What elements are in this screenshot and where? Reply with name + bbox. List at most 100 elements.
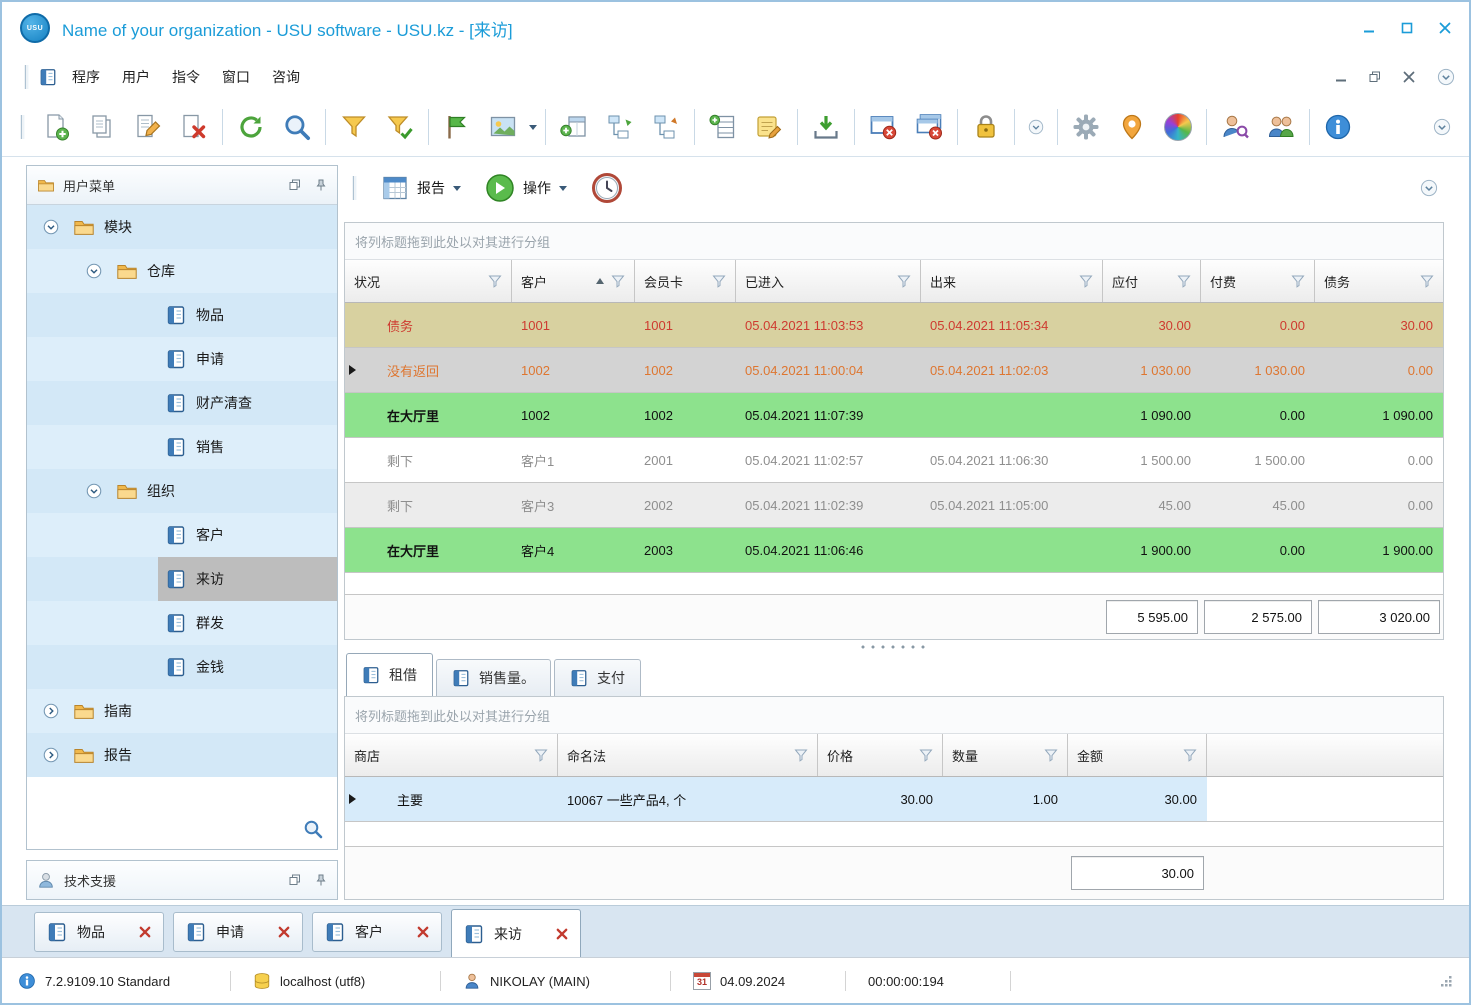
filter-funnel-icon[interactable] <box>712 274 726 288</box>
tree-node-requests[interactable]: 申请 <box>27 337 337 381</box>
filter-funnel-icon[interactable] <box>1420 274 1434 288</box>
new-record-button[interactable] <box>33 104 79 150</box>
tree-node-reports[interactable]: 报告 <box>27 733 337 777</box>
menu-item-window[interactable]: 窗口 <box>211 61 261 93</box>
tree-node-modules[interactable]: 模块 <box>27 205 337 249</box>
expand-tree-button[interactable] <box>597 104 643 150</box>
visit-row[interactable]: 债务 1001 1001 05.04.2021 11:03:53 05.04.2… <box>345 303 1443 348</box>
tree-node-inventory[interactable]: 财产清查 <box>27 381 337 425</box>
action-dropdown-button[interactable]: 操作 <box>477 169 575 207</box>
column-header-status[interactable]: 状况 <box>345 260 512 302</box>
group-by-panel[interactable]: 将列标题拖到此处以对其进行分组 <box>345 223 1443 260</box>
expander-open-icon[interactable] <box>86 263 102 279</box>
tree-node-guide[interactable]: 指南 <box>27 689 337 733</box>
add-row-button[interactable] <box>700 104 746 150</box>
support-panel[interactable]: 技术支援 <box>26 860 338 900</box>
lock-button[interactable] <box>963 104 1009 150</box>
menu-item-program[interactable]: 程序 <box>61 61 111 93</box>
refresh-button[interactable] <box>228 104 274 150</box>
minimize-icon[interactable] <box>1363 22 1375 34</box>
menubar-overflow-icon[interactable] <box>1437 68 1455 86</box>
filter-funnel-icon[interactable] <box>1183 748 1197 762</box>
close-icon[interactable] <box>1439 22 1451 34</box>
filter-funnel-icon[interactable] <box>488 274 502 288</box>
image-button[interactable] <box>480 104 526 150</box>
toolbar-grip[interactable] <box>352 175 357 201</box>
toolbar-grip[interactable] <box>24 64 29 90</box>
column-header-entered[interactable]: 已进入 <box>736 260 921 302</box>
edit-record-button[interactable] <box>125 104 171 150</box>
filter-funnel-icon[interactable] <box>611 274 625 288</box>
filter-funnel-icon[interactable] <box>534 748 548 762</box>
window-tab-items[interactable]: 物品 <box>34 912 164 952</box>
column-header-exited[interactable]: 出来 <box>921 260 1103 302</box>
filter-funnel-icon[interactable] <box>1079 274 1093 288</box>
filter-funnel-icon[interactable] <box>1044 748 1058 762</box>
collapse-tree-button[interactable] <box>643 104 689 150</box>
tree-node-money[interactable]: 金钱 <box>27 645 337 689</box>
copy-record-button[interactable] <box>79 104 125 150</box>
column-header-client[interactable]: 客户 <box>512 260 635 302</box>
toolbar-overflow-icon[interactable] <box>1420 179 1438 197</box>
maximize-icon[interactable] <box>1401 22 1413 34</box>
filter-funnel-icon[interactable] <box>794 748 808 762</box>
tree-node-mailing[interactable]: 群发 <box>27 601 337 645</box>
image-dropdown-button[interactable] <box>526 105 540 149</box>
toolbar-grip[interactable] <box>20 114 25 140</box>
tab-sales-volume[interactable]: 销售量。 <box>436 659 551 696</box>
filter-funnel-icon[interactable] <box>919 748 933 762</box>
delete-record-button[interactable] <box>171 104 217 150</box>
column-header-card[interactable]: 会员卡 <box>635 260 736 302</box>
tab-close-icon[interactable] <box>556 928 568 940</box>
column-header-quantity[interactable]: 数量 <box>943 734 1068 776</box>
filter-button[interactable] <box>331 104 377 150</box>
tree-node-items[interactable]: 物品 <box>27 293 337 337</box>
window-tab-requests[interactable]: 申请 <box>173 912 303 952</box>
resize-grip-icon[interactable] <box>1439 974 1453 988</box>
tab-close-icon[interactable] <box>139 926 151 938</box>
panel-pin-icon[interactable] <box>315 874 327 886</box>
column-header-amount[interactable]: 金额 <box>1068 734 1207 776</box>
column-header-price[interactable]: 价格 <box>818 734 943 776</box>
tree-node-clients[interactable]: 客户 <box>27 513 337 557</box>
rental-row-selected[interactable]: 主要 10067 一些产品4, 个 30.00 1.00 30.00 <box>345 777 1443 822</box>
flag-button[interactable] <box>434 104 480 150</box>
add-column-button[interactable] <box>551 104 597 150</box>
tab-close-icon[interactable] <box>417 926 429 938</box>
column-header-store[interactable]: 商店 <box>345 734 558 776</box>
expander-open-icon[interactable] <box>43 219 59 235</box>
mdi-close-icon[interactable] <box>1403 71 1415 83</box>
filter-funnel-icon[interactable] <box>1177 274 1191 288</box>
panel-restore-icon[interactable] <box>289 874 301 886</box>
expander-closed-icon[interactable] <box>43 747 59 763</box>
toolbar-overflow-icon[interactable] <box>1433 118 1451 136</box>
tab-close-icon[interactable] <box>278 926 290 938</box>
column-header-debt[interactable]: 债务 <box>1315 260 1443 302</box>
visit-row[interactable]: 剩下 客户1 2001 05.04.2021 11:02:57 05.04.20… <box>345 438 1443 483</box>
location-button[interactable] <box>1109 104 1155 150</box>
users-button[interactable] <box>1258 104 1304 150</box>
tab-rental[interactable]: 租借 <box>346 653 433 696</box>
menu-item-help[interactable]: 咨询 <box>261 61 311 93</box>
timer-button[interactable] <box>583 168 631 208</box>
group-by-panel[interactable]: 将列标题拖到此处以对其进行分组 <box>345 697 1443 734</box>
tree-node-warehouse[interactable]: 仓库 <box>27 249 337 293</box>
tree-search-button[interactable] <box>303 819 323 839</box>
menu-item-user[interactable]: 用户 <box>111 61 161 93</box>
expander-open-icon[interactable] <box>86 483 102 499</box>
mdi-restore-icon[interactable] <box>1369 71 1381 83</box>
tree-node-visits[interactable]: 来访 <box>27 557 337 601</box>
settings-button[interactable] <box>1063 104 1109 150</box>
visit-row[interactable]: 在大厅里 客户4 2003 05.04.2021 11:06:46 1 900.… <box>345 528 1443 573</box>
panel-restore-icon[interactable] <box>289 179 301 191</box>
visit-row[interactable]: 剩下 客户3 2002 05.04.2021 11:02:39 05.04.20… <box>345 483 1443 528</box>
column-header-nomenclature[interactable]: 命名法 <box>558 734 818 776</box>
visit-row-selected[interactable]: 没有返回 1002 1002 05.04.2021 11:00:04 05.04… <box>345 348 1443 393</box>
horizontal-splitter[interactable] <box>344 640 1444 654</box>
apply-filter-button[interactable] <box>377 104 423 150</box>
window-tab-visits[interactable]: 来访 <box>451 909 581 957</box>
info-button[interactable] <box>1315 104 1361 150</box>
filter-funnel-icon[interactable] <box>897 274 911 288</box>
search-button[interactable] <box>274 104 320 150</box>
report-dropdown-button[interactable]: 报告 <box>373 170 469 206</box>
